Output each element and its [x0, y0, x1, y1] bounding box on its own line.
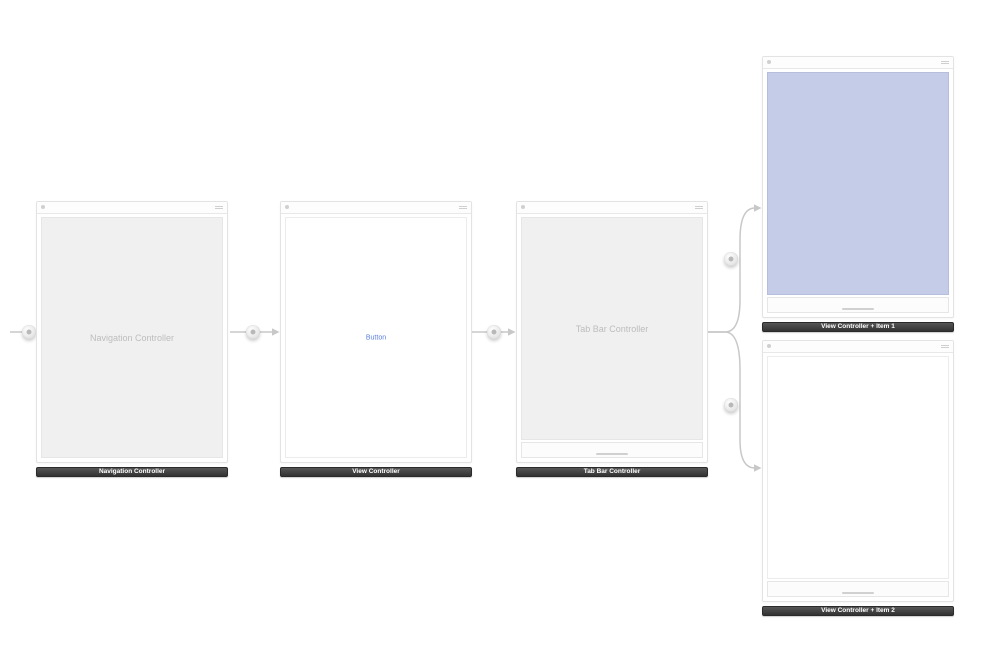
scene-view-controller[interactable]: Button [280, 201, 472, 463]
home-indicator-icon [596, 453, 628, 455]
titlebar-stripes-icon [941, 61, 949, 65]
titlebar-dot-icon [41, 205, 45, 209]
titlebar-dot-icon [521, 205, 525, 209]
segue-tabbar-to-item1[interactable] [724, 252, 738, 266]
titlebar-stripes-icon [695, 206, 703, 210]
caption-tab-bar-controller[interactable]: Tab Bar Controller [516, 467, 708, 477]
scene-body[interactable] [767, 72, 949, 295]
segue-nav-to-view[interactable] [246, 325, 260, 339]
scene-item-1[interactable] [762, 56, 954, 318]
tab-bar[interactable] [521, 442, 703, 458]
scene-item-2[interactable] [762, 340, 954, 602]
caption-view-controller[interactable]: View Controller [280, 467, 472, 477]
scene-titlebar[interactable] [37, 202, 227, 214]
segue-tabbar-to-item2[interactable] [724, 398, 738, 412]
titlebar-dot-icon [285, 205, 289, 209]
scene-tab-bar-controller[interactable]: Tab Bar Controller [516, 201, 708, 463]
scene-titlebar[interactable] [517, 202, 707, 214]
segue-initial-icon[interactable] [22, 325, 36, 339]
caption-item-2[interactable]: View Controller + Item 2 [762, 606, 954, 616]
scene-body[interactable]: Tab Bar Controller [521, 217, 703, 440]
tab-bar[interactable] [767, 581, 949, 597]
placeholder-label: Navigation Controller [42, 333, 222, 343]
tab-bar[interactable] [767, 297, 949, 313]
placeholder-label: Tab Bar Controller [522, 324, 702, 334]
caption-item-1[interactable]: View Controller + Item 1 [762, 322, 954, 332]
titlebar-stripes-icon [459, 206, 467, 210]
scene-titlebar[interactable] [763, 57, 953, 69]
titlebar-stripes-icon [941, 345, 949, 349]
titlebar-dot-icon [767, 60, 771, 64]
ui-button[interactable]: Button [286, 334, 466, 341]
segue-view-to-tabbar[interactable] [487, 325, 501, 339]
scene-navigation-controller[interactable]: Navigation Controller [36, 201, 228, 463]
home-indicator-icon [842, 308, 874, 310]
caption-navigation-controller[interactable]: Navigation Controller [36, 467, 228, 477]
scene-body[interactable] [767, 356, 949, 579]
titlebar-stripes-icon [215, 206, 223, 210]
scene-body[interactable]: Navigation Controller [41, 217, 223, 458]
scene-body[interactable]: Button [285, 217, 467, 458]
titlebar-dot-icon [767, 344, 771, 348]
home-indicator-icon [842, 592, 874, 594]
scene-titlebar[interactable] [763, 341, 953, 353]
scene-titlebar[interactable] [281, 202, 471, 214]
